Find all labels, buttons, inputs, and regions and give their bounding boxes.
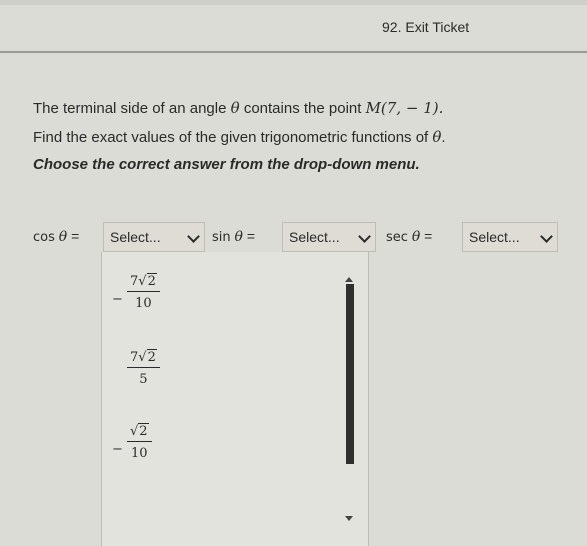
function-name: sec	[386, 230, 408, 245]
equals-sign: =	[71, 228, 80, 244]
problem-text: The terminal side of an angle	[33, 100, 231, 117]
function-name: cos	[33, 230, 55, 245]
equals-sign: =	[246, 228, 256, 244]
radicand: 2	[138, 423, 149, 439]
scrollbar-thumb[interactable]	[346, 284, 354, 464]
option-denominator: 5	[139, 372, 148, 387]
option-numerator: 7√2	[127, 273, 160, 292]
cos-label: cos θ =	[33, 228, 79, 245]
cos-select[interactable]: Select...	[103, 222, 205, 252]
option-denominator: 10	[135, 296, 152, 311]
theta-symbol: θ	[230, 99, 240, 117]
problem-text: contains the point	[239, 100, 366, 117]
chevron-down-icon	[187, 230, 200, 243]
theta-symbol: θ	[234, 229, 243, 245]
instruction-text: Choose the correct answer from the drop-…	[33, 156, 420, 173]
numerator-coefficient: 7	[130, 350, 139, 365]
option-sign: −	[112, 292, 123, 307]
problem-text: Find the exact values of the given trigo…	[33, 129, 433, 146]
problem-line-2: Find the exact values of the given trigo…	[33, 128, 446, 146]
option-denominator: 10	[131, 446, 148, 461]
problem-text: .	[441, 129, 446, 146]
option-fraction: 7√2 5	[127, 349, 160, 387]
dropdown-option[interactable]: − 7√2 10	[112, 273, 312, 330]
radicand: 2	[146, 273, 157, 289]
dropdown-option[interactable]: 7√2 5	[112, 349, 312, 406]
select-label: Select...	[110, 229, 161, 245]
chevron-down-icon	[358, 230, 371, 243]
equals-sign: =	[424, 228, 433, 244]
select-label: Select...	[289, 229, 340, 245]
sin-label: sin θ =	[212, 228, 255, 245]
function-name: sin	[212, 230, 231, 245]
page-title: 92. Exit Ticket	[382, 19, 470, 35]
radicand: 2	[146, 349, 157, 365]
problem-line-1: The terminal side of an angle θ contains…	[33, 99, 443, 117]
header-bar: 92. Exit Ticket	[0, 5, 587, 53]
option-fraction: 7√2 10	[127, 273, 160, 311]
option-sign: −	[112, 442, 123, 457]
numerator-coefficient: 7	[130, 274, 139, 289]
sin-select[interactable]: Select...	[282, 222, 376, 252]
option-numerator: √2	[127, 423, 152, 442]
dropdown-list: − 7√2 10 7√2 5 − √2 10	[101, 252, 369, 546]
option-fraction: √2 10	[127, 423, 152, 461]
select-label: Select...	[469, 229, 520, 245]
option-numerator: 7√2	[127, 349, 160, 368]
sec-label: sec θ =	[386, 228, 432, 245]
triangle-up-icon[interactable]	[345, 277, 353, 282]
point-coordinates: M(7, − 1).	[365, 99, 444, 117]
sec-select[interactable]: Select...	[462, 222, 558, 252]
triangle-down-icon[interactable]	[345, 516, 353, 521]
dropdown-option[interactable]: − √2 10	[112, 423, 312, 480]
theta-symbol: θ	[411, 229, 421, 245]
chevron-down-icon	[540, 230, 553, 243]
theta-symbol: θ	[58, 229, 68, 245]
